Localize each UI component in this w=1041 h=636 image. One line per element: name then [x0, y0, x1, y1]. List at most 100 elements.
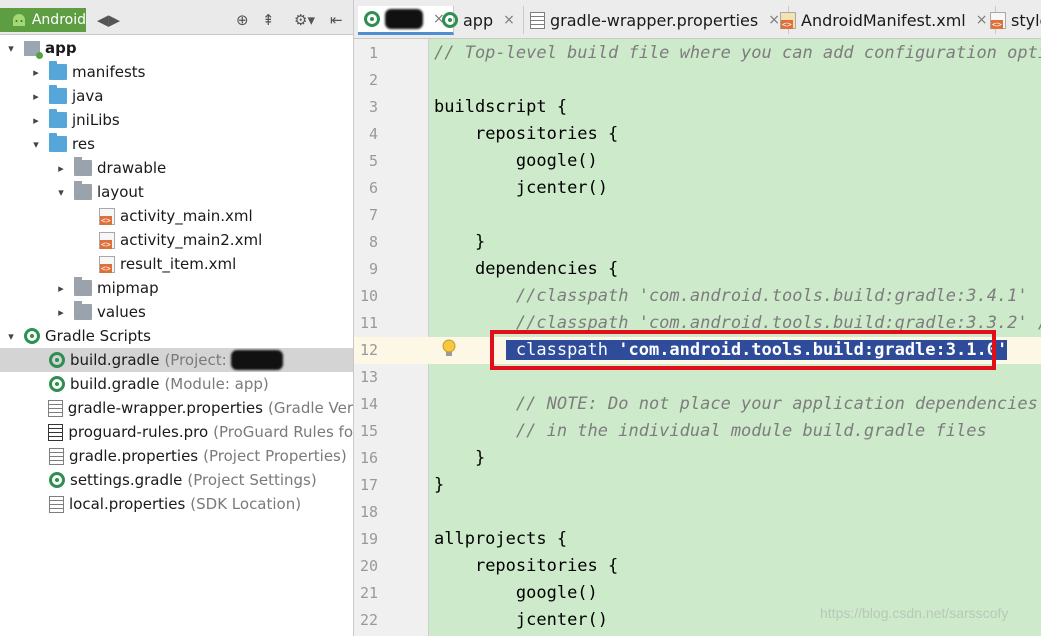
line-number: 8 [368, 233, 378, 251]
chevron-down-icon[interactable]: ▾ [29, 138, 43, 151]
line-number: 4 [368, 125, 378, 143]
chevron-down-icon[interactable]: ▾ [4, 330, 18, 343]
tree-item[interactable]: activity_main.xml [0, 204, 353, 228]
code-text: dependencies { [474, 259, 619, 279]
gear-icon[interactable]: ⚙▾ [294, 8, 315, 32]
gradle-icon [364, 11, 380, 27]
tree-item[interactable]: build.gradle (Module: app) [0, 372, 353, 396]
code-line[interactable]: //classpath 'com.android.tools.build:gra… [434, 283, 1028, 310]
editor-tab-label: app [463, 10, 494, 30]
code-line[interactable]: dependencies { [434, 256, 618, 283]
tree-item[interactable]: ▸ java [0, 84, 353, 108]
line-number: 13 [359, 368, 378, 386]
indent-guide [434, 394, 516, 414]
code-line[interactable]: } [434, 445, 485, 472]
tree-item-hint: (Project: [164, 351, 227, 369]
code-text: allprojects { [434, 529, 568, 549]
tree-item[interactable]: result_item.xml [0, 252, 353, 276]
code-line[interactable]: // NOTE: Do not place your application d… [434, 391, 1041, 418]
chevron-right-icon[interactable]: ▸ [29, 66, 43, 79]
code-line[interactable]: buildscript { [434, 94, 567, 121]
indent-guide [434, 286, 516, 306]
tree-item-hint: (Project Settings) [187, 471, 317, 489]
res-folder-icon [74, 277, 92, 296]
chevron-down-icon[interactable]: ▾ [54, 186, 68, 199]
tree-item[interactable]: activity_main2.xml [0, 228, 353, 252]
editor-tab[interactable]: app × [436, 6, 524, 34]
code-line[interactable]: // in the individual module build.gradle… [434, 418, 987, 445]
watermark: https://blog.csdn.net/sarsscofy [820, 605, 1009, 621]
editor-tab[interactable]: style [984, 6, 1041, 34]
tree-item[interactable]: settings.gradle (Project Settings) [0, 468, 353, 492]
editor-tab-bar: ×app ×gradle-wrapper.properties×AndroidMa… [354, 0, 1041, 39]
hide-panel-icon[interactable]: ⇤ [330, 8, 343, 32]
lightbulb-icon[interactable] [442, 339, 456, 359]
tree-item[interactable]: ▸ mipmap [0, 276, 353, 300]
code-text: } [474, 448, 486, 468]
tree-item[interactable]: ▾ Gradle Scripts [0, 324, 353, 348]
code-line[interactable]: repositories { [434, 121, 618, 148]
tree-item[interactable]: build.gradle (Project: [0, 348, 353, 372]
code-line[interactable]: // Top-level build file where you can ad… [434, 40, 1041, 67]
chevron-right-icon[interactable]: ▸ [54, 162, 68, 175]
indent-guide [434, 556, 475, 576]
locate-icon[interactable]: ⊕ [236, 8, 249, 32]
tree-item[interactable]: local.properties (SDK Location) [0, 492, 353, 516]
code-line[interactable]: jcenter() [434, 175, 608, 202]
view-selector-label: Android [31, 12, 86, 28]
tree-item-label: local.properties [69, 495, 186, 513]
folder-icon [49, 109, 67, 128]
gradle-icon [442, 12, 458, 28]
tree-item[interactable]: ▸ jniLibs [0, 108, 353, 132]
tree-item[interactable]: gradle-wrapper.properties (Gradle Ver [0, 396, 353, 420]
code-line[interactable]: allprojects { [434, 526, 567, 553]
tree-item-label: proguard-rules.pro [68, 423, 209, 441]
code-line[interactable]: google() [434, 148, 598, 175]
chevron-right-icon[interactable]: ▸ [29, 90, 43, 103]
editor-tab[interactable]: gradle-wrapper.properties × [524, 6, 789, 34]
tree-item-label: values [97, 303, 146, 321]
code-line[interactable]: google() [434, 580, 598, 607]
properties-file-icon [47, 399, 63, 417]
code-line[interactable]: repositories { [434, 553, 618, 580]
res-folder-icon [74, 157, 92, 176]
collapse-all-icon[interactable]: ⇞ [262, 8, 275, 32]
code-text: buildscript { [434, 97, 568, 117]
code-text: repositories { [474, 124, 619, 144]
project-panel: Android ◀▶ ⊕ ⇞ ⚙▾ ⇤ ▾ app ▸ manifests ▸ java ▸… [0, 0, 354, 636]
chevron-right-icon[interactable]: ▸ [29, 114, 43, 127]
gradle-icon [49, 352, 65, 368]
tree-item[interactable]: gradle.properties (Project Properties) [0, 444, 353, 468]
code-line[interactable]: } [434, 472, 444, 499]
close-icon[interactable]: × [503, 12, 515, 28]
gradle-icon [24, 328, 40, 344]
chevron-right-icon[interactable]: ▸ [54, 306, 68, 319]
xml-file-icon [99, 255, 115, 273]
tree-item[interactable]: ▸ manifests [0, 60, 353, 84]
view-selector-button[interactable]: Android [0, 8, 86, 32]
tree-item-label: res [72, 135, 95, 153]
code-line[interactable]: jcenter() [434, 607, 608, 634]
tree-item[interactable]: ▾ app [0, 36, 353, 60]
chevron-down-icon[interactable]: ▾ [4, 42, 18, 55]
sort-arrows-icon[interactable]: ◀▶ [97, 8, 120, 32]
tree-item[interactable]: proguard-rules.pro (ProGuard Rules fo [0, 420, 353, 444]
tree-item[interactable]: ▸ drawable [0, 156, 353, 180]
code-line[interactable]: } [434, 229, 485, 256]
tree-item[interactable]: ▾ res [0, 132, 353, 156]
comment-text: // Top-level build file where you can ad… [434, 43, 1041, 63]
tree-item[interactable]: ▸ values [0, 300, 353, 324]
editor-tab[interactable]: AndroidManifest.xml× [774, 6, 997, 34]
xml-file-icon [99, 207, 115, 225]
project-toolbar: Android ◀▶ ⊕ ⇞ ⚙▾ ⇤ [0, 0, 353, 35]
redacted-mark [385, 9, 423, 29]
line-number: 20 [359, 557, 378, 575]
indent-guide [434, 259, 475, 279]
chevron-right-icon[interactable]: ▸ [54, 282, 68, 295]
line-number: 22 [359, 611, 378, 629]
gradle-icon [49, 376, 65, 392]
line-number: 21 [359, 584, 378, 602]
line-number: 6 [368, 179, 378, 197]
tree-item[interactable]: ▾ layout [0, 180, 353, 204]
res-folder-icon [74, 181, 92, 200]
